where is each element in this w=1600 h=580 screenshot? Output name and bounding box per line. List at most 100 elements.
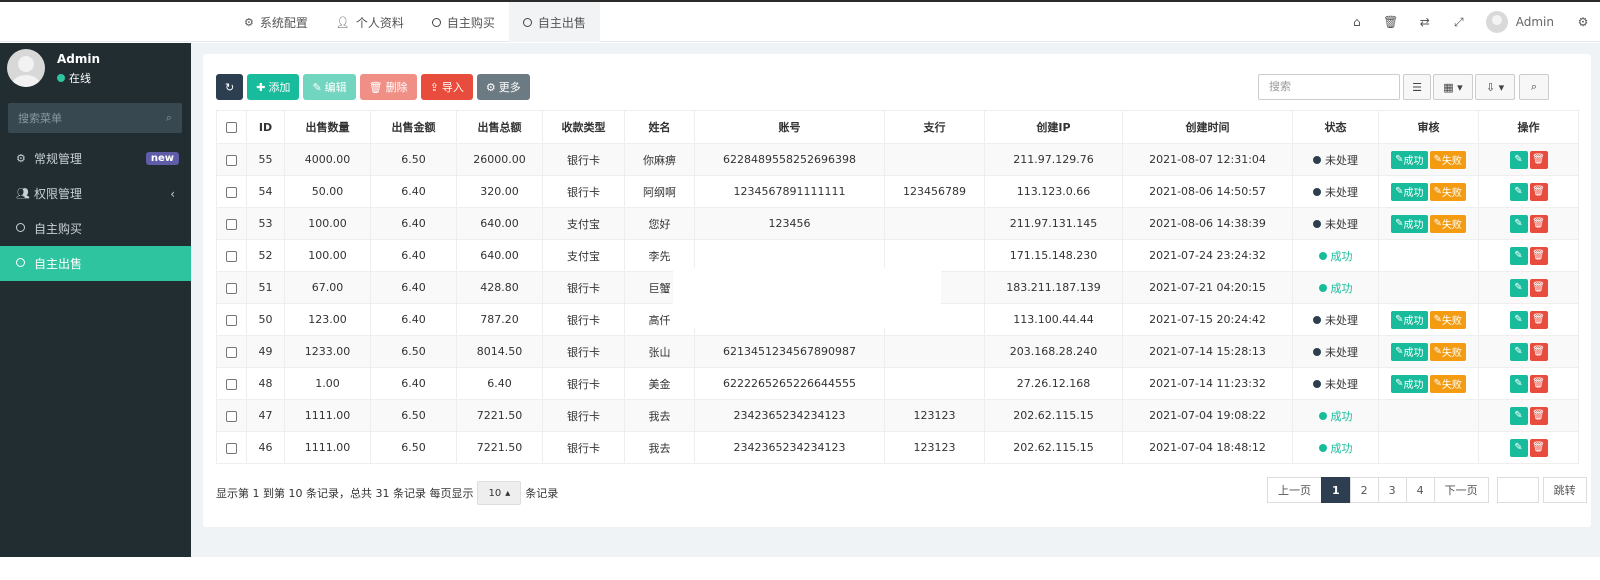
row-select-cell[interactable] xyxy=(216,367,247,400)
search-toggle-button[interactable]: ⌕ xyxy=(1519,74,1549,100)
column-header[interactable]: 姓名 xyxy=(624,110,695,144)
import-button[interactable]: ⇪ 导入 xyxy=(420,74,473,100)
column-header[interactable]: 审核 xyxy=(1378,110,1479,144)
row-delete-button[interactable]: 🗑︎ xyxy=(1529,342,1548,361)
row-delete-button[interactable]: 🗑︎ xyxy=(1529,374,1548,393)
column-header[interactable]: 出售总额 xyxy=(456,110,543,144)
table-search-input[interactable]: 搜索 xyxy=(1258,74,1400,100)
search-icon[interactable]: ⌕ xyxy=(166,111,172,125)
reject-button[interactable]: ✎ 失败 xyxy=(1429,150,1466,169)
user-menu[interactable]: Admin xyxy=(1476,11,1566,33)
row-select-cell[interactable] xyxy=(216,399,247,432)
approve-button[interactable]: ✎ 成功 xyxy=(1391,182,1428,201)
row-delete-button[interactable]: 🗑︎ xyxy=(1529,182,1548,201)
row-select-cell[interactable] xyxy=(216,431,247,464)
approve-button[interactable]: ✎ 成功 xyxy=(1391,150,1428,169)
row-checkbox[interactable] xyxy=(226,218,237,230)
row-delete-button[interactable]: 🗑︎ xyxy=(1529,246,1548,265)
approve-button[interactable]: ✎ 成功 xyxy=(1391,214,1428,233)
approve-button[interactable]: ✎ 成功 xyxy=(1391,342,1428,361)
home-icon[interactable]: ⌂ xyxy=(1340,15,1374,29)
row-delete-button[interactable]: 🗑︎ xyxy=(1529,406,1548,425)
row-checkbox[interactable] xyxy=(226,346,237,358)
page-button-4[interactable]: 4 xyxy=(1405,477,1435,503)
column-header[interactable]: 支行 xyxy=(884,110,985,144)
column-header[interactable]: 状态 xyxy=(1292,110,1379,144)
reject-button[interactable]: ✎ 失败 xyxy=(1429,182,1466,201)
page-button-3[interactable]: 3 xyxy=(1377,477,1407,503)
approve-button[interactable]: ✎ 成功 xyxy=(1391,374,1428,393)
card-view-button[interactable]: ☰ xyxy=(1403,74,1431,100)
row-edit-button[interactable]: ✎ xyxy=(1509,406,1528,425)
column-header[interactable]: 创建时间 xyxy=(1122,110,1293,144)
column-header[interactable]: 出售金额 xyxy=(370,110,457,144)
tab-self-sell[interactable]: 自主出售 xyxy=(508,2,600,42)
page-size-select[interactable]: 10 ▴ xyxy=(477,481,522,505)
row-select-cell[interactable] xyxy=(216,271,247,304)
row-edit-button[interactable]: ✎ xyxy=(1509,182,1528,201)
column-header[interactable]: 账号 xyxy=(694,110,885,144)
row-checkbox[interactable] xyxy=(226,154,237,166)
row-edit-button[interactable]: ✎ xyxy=(1509,342,1528,361)
row-select-cell[interactable] xyxy=(216,143,247,176)
row-select-cell[interactable] xyxy=(216,207,247,240)
row-edit-button[interactable]: ✎ xyxy=(1509,310,1528,329)
cogs-icon[interactable]: ⚙ xyxy=(1566,15,1600,29)
row-select-cell[interactable] xyxy=(216,239,247,272)
select-all-checkbox[interactable] xyxy=(226,122,237,133)
row-checkbox[interactable] xyxy=(226,186,237,198)
row-select-cell[interactable] xyxy=(216,175,247,208)
fullscreen-icon[interactable]: ⤢ xyxy=(1442,15,1476,30)
delete-button[interactable]: 🗑︎ 删除 xyxy=(359,74,417,100)
page-button-2[interactable]: 2 xyxy=(1349,477,1379,503)
column-header[interactable]: 收款类型 xyxy=(542,110,625,144)
row-checkbox[interactable] xyxy=(226,250,237,262)
row-edit-button[interactable]: ✎ xyxy=(1509,246,1528,265)
row-checkbox[interactable] xyxy=(226,378,237,390)
row-delete-button[interactable]: 🗑︎ xyxy=(1529,438,1548,457)
row-edit-button[interactable]: ✎ xyxy=(1509,150,1528,169)
column-header[interactable]: ID xyxy=(246,110,285,144)
row-checkbox[interactable] xyxy=(226,314,237,326)
more-button[interactable]: ⚙ 更多 xyxy=(476,74,530,100)
translate-icon[interactable]: ⇄ xyxy=(1408,15,1442,29)
reject-button[interactable]: ✎ 失败 xyxy=(1429,310,1466,329)
row-checkbox[interactable] xyxy=(226,410,237,422)
tab-profile[interactable]: 👤︎ 个人资料 xyxy=(322,2,418,42)
column-header[interactable]: 出售数量 xyxy=(284,110,371,144)
sidebar-item-general[interactable]: ⚙ 常规管理 new xyxy=(0,141,191,176)
jump-page-input[interactable] xyxy=(1496,477,1539,503)
reject-button[interactable]: ✎ 失败 xyxy=(1429,214,1466,233)
row-edit-button[interactable]: ✎ xyxy=(1509,278,1528,297)
columns-button[interactable]: ▦ ▾ xyxy=(1433,74,1473,100)
sidebar-item-permissions[interactable]: 👥︎ 权限管理 ‹ xyxy=(0,176,191,211)
export-button[interactable]: ⇩ ▾ xyxy=(1475,74,1515,100)
select-all-cell[interactable] xyxy=(216,110,247,144)
row-checkbox[interactable] xyxy=(226,282,237,294)
prev-page-button[interactable]: 上一页 xyxy=(1267,477,1322,503)
column-header[interactable]: 创建IP xyxy=(984,110,1123,144)
row-delete-button[interactable]: 🗑︎ xyxy=(1529,310,1548,329)
next-page-button[interactable]: 下一页 xyxy=(1433,477,1489,503)
add-button[interactable]: ✚ 添加 xyxy=(247,74,300,100)
edit-button[interactable]: ✎ 编辑 xyxy=(303,74,356,100)
reject-button[interactable]: ✎ 失败 xyxy=(1429,342,1466,361)
row-checkbox[interactable] xyxy=(226,442,237,454)
sidebar-item-self-buy[interactable]: 自主购买 xyxy=(0,211,191,246)
reject-button[interactable]: ✎ 失败 xyxy=(1429,374,1466,393)
approve-button[interactable]: ✎ 成功 xyxy=(1391,310,1428,329)
row-delete-button[interactable]: 🗑︎ xyxy=(1529,214,1548,233)
trash-icon[interactable]: 🗑︎ xyxy=(1374,15,1408,29)
tab-self-buy[interactable]: 自主购买 xyxy=(418,2,509,42)
menu-search-input[interactable]: 搜索菜单 ⌕ xyxy=(8,103,182,133)
sidebar-item-self-sell[interactable]: 自主出售 xyxy=(0,246,191,281)
page-button-1[interactable]: 1 xyxy=(1321,477,1351,503)
row-delete-button[interactable]: 🗑︎ xyxy=(1529,278,1548,297)
row-edit-button[interactable]: ✎ xyxy=(1509,214,1528,233)
row-select-cell[interactable] xyxy=(216,303,247,336)
column-header[interactable]: 操作 xyxy=(1478,110,1579,144)
row-edit-button[interactable]: ✎ xyxy=(1509,374,1528,393)
jump-button[interactable]: 跳转 xyxy=(1542,477,1587,503)
row-select-cell[interactable] xyxy=(216,335,247,368)
refresh-button[interactable]: ↻ xyxy=(216,74,244,100)
